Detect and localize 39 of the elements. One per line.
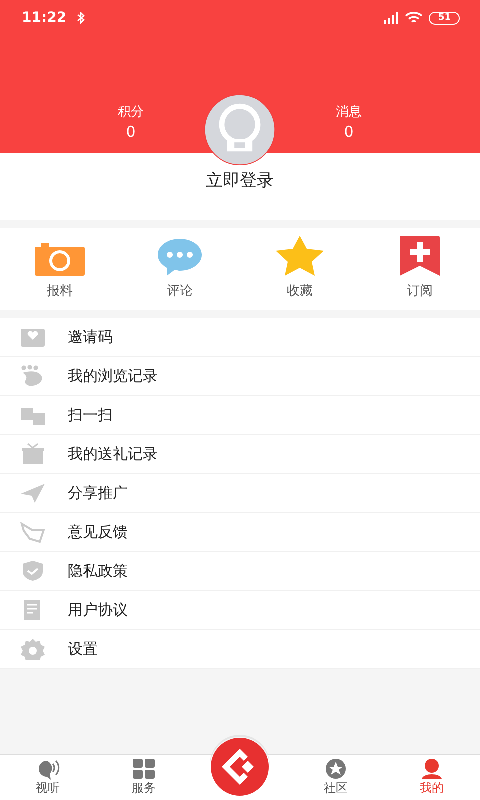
nav-tab[interactable]: 视听 [0, 755, 96, 800]
quick-action-label: 收藏 [287, 283, 313, 300]
menu-item[interactable]: 设置 [0, 630, 480, 669]
quick-action-label: 订阅 [407, 283, 433, 300]
quick-action-label: 报料 [47, 283, 73, 300]
bluetooth-icon [76, 12, 85, 24]
avatar-icon[interactable] [204, 94, 276, 166]
camera-icon[interactable] [35, 242, 85, 276]
stat-label: 消息 [336, 104, 362, 121]
gift-icon [20, 443, 46, 465]
stat-label: 积分 [118, 104, 144, 121]
person-icon [419, 758, 445, 780]
shield-check-icon [20, 560, 46, 582]
menu-item[interactable]: 用户协议 [0, 591, 480, 630]
quick-action-label: 评论 [167, 283, 193, 300]
stat-value: 0 [344, 123, 354, 141]
menu-item[interactable]: 我的送礼记录 [0, 435, 480, 474]
star-icon[interactable] [274, 236, 326, 276]
paper-plane-icon [20, 482, 46, 504]
status-time: 11:22 [22, 10, 67, 26]
bookmark-plus-icon[interactable] [400, 236, 440, 276]
menu-item[interactable]: 意见反馈 [0, 513, 480, 552]
star-circle-icon [323, 758, 349, 780]
wifi-icon [405, 12, 424, 24]
grid-icon [131, 758, 157, 780]
signal-icon [383, 12, 400, 24]
menu-item[interactable]: 邀请码 [0, 318, 480, 357]
nav-tab[interactable]: 我的 [384, 755, 480, 800]
menu-item[interactable]: 分享推广 [0, 474, 480, 513]
battery-indicator: 51 [429, 12, 460, 24]
logo-icon[interactable] [210, 737, 270, 797]
menu-item[interactable]: 隐私政策 [0, 552, 480, 591]
nav-tab[interactable]: 服务 [96, 755, 192, 800]
menu-item[interactable]: 我的浏览记录 [0, 357, 480, 396]
stat-value: 0 [126, 123, 136, 141]
menu-item[interactable]: 扫一扫 [0, 396, 480, 435]
login-link[interactable]: 立即登录 [206, 169, 274, 191]
nav-tab[interactable]: 社区 [288, 755, 384, 800]
settings-icon [20, 638, 46, 660]
